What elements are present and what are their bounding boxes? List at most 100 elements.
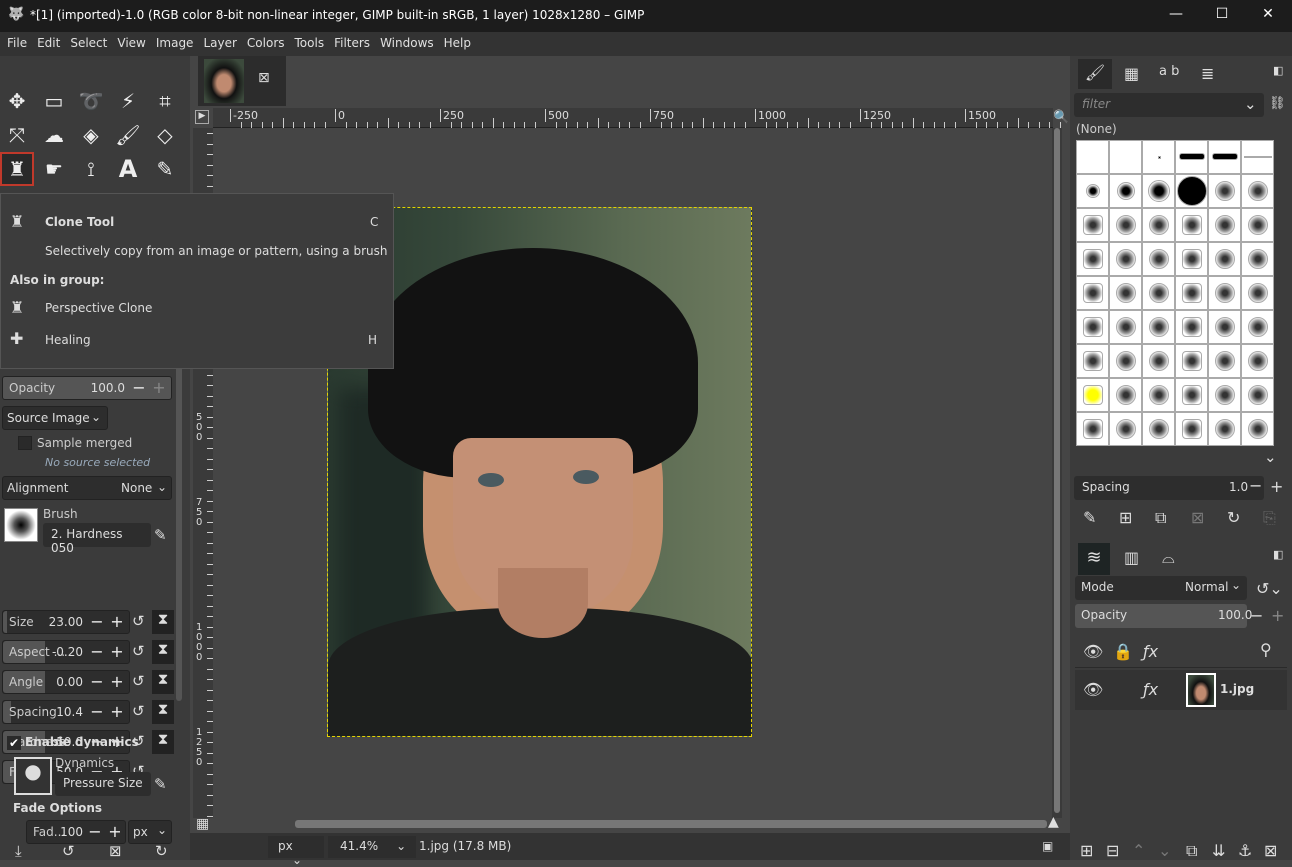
paths-tab-icon[interactable]: ⌓ [1162, 548, 1175, 568]
brush-item[interactable] [1241, 344, 1274, 378]
color-picker-tool-icon[interactable]: ✎ [150, 154, 180, 184]
brush-item[interactable] [1142, 412, 1175, 446]
brush-item[interactable] [1109, 208, 1142, 242]
brush-item[interactable] [1109, 412, 1142, 446]
plus-icon[interactable]: + [105, 822, 125, 841]
brush-item[interactable] [1208, 174, 1241, 208]
brush-item[interactable] [1208, 242, 1241, 276]
spacing-slider[interactable]: Spacing 10.4 − + [2, 700, 130, 724]
brush-item[interactable] [1175, 276, 1208, 310]
brush-item[interactable] [1076, 344, 1109, 378]
minus-icon[interactable]: − [129, 378, 149, 397]
menu-filters[interactable]: Filters [329, 32, 375, 56]
new-brush-icon[interactable]: ⊞ [1119, 508, 1132, 527]
duplicate-layer-icon[interactable]: ⧉ [1186, 841, 1197, 861]
minus-icon[interactable]: − [87, 672, 107, 691]
anchor-layer-icon[interactable]: ⚓ [1238, 841, 1252, 860]
fx-icon[interactable]: ƒx [1143, 680, 1158, 699]
eye-icon[interactable]: 👁 [1083, 680, 1103, 699]
reset-icon[interactable]: ↺ [132, 612, 145, 630]
delete-layer-icon[interactable]: ⊠ [1264, 841, 1277, 860]
plus-icon[interactable]: + [1270, 477, 1283, 496]
brush-item[interactable] [1208, 344, 1241, 378]
brush-item[interactable] [1076, 140, 1109, 174]
brush-item[interactable] [1109, 378, 1142, 412]
reset-icon[interactable]: ↺ [132, 702, 145, 720]
brush-item[interactable] [1175, 208, 1208, 242]
plus-icon[interactable]: + [107, 672, 127, 691]
composite-mode-icon[interactable]: ↺⌄ [1256, 579, 1283, 598]
brush-item[interactable] [1142, 276, 1175, 310]
menu-layer[interactable]: Layer [198, 32, 241, 56]
brush-item[interactable] [1175, 378, 1208, 412]
minus-icon[interactable]: − [85, 822, 105, 841]
new-layer-group-icon[interactable]: ⊟ [1106, 841, 1119, 860]
aspect-slider[interactable]: Aspect ... -0.20 − + [2, 640, 130, 664]
restore-options-icon[interactable]: ↺ [62, 842, 75, 860]
image-tab[interactable]: ⊠ [198, 56, 286, 106]
quick-mask-icon[interactable]: ▦ [196, 816, 209, 832]
brush-item[interactable] [1175, 344, 1208, 378]
enable-dynamics-checkbox[interactable]: ✔ [7, 736, 21, 750]
brush-item[interactable] [1109, 344, 1142, 378]
search-icon[interactable]: ⚲ [1260, 640, 1272, 659]
delete-brush-icon[interactable]: ⊠ [1191, 508, 1204, 527]
sample-merged-checkbox[interactable] [18, 436, 32, 450]
plus-icon[interactable]: + [107, 642, 127, 661]
brush-spacing-slider[interactable]: Spacing 1.0 − [1074, 476, 1264, 500]
menu-edit[interactable]: Edit [32, 32, 65, 56]
eraser-tool-icon[interactable]: ◇ [150, 120, 180, 150]
brush-item[interactable] [1142, 140, 1175, 174]
channels-tab-icon[interactable]: ▥ [1124, 548, 1139, 567]
brush-item[interactable] [1175, 242, 1208, 276]
smudge-tool-icon[interactable]: ☛ [39, 154, 69, 184]
text-tool-icon[interactable]: A [113, 154, 143, 184]
link-icon[interactable]: ⧗ [152, 670, 174, 694]
tag-icon[interactable]: ⛓ [1269, 96, 1286, 111]
brush-item[interactable] [1208, 378, 1241, 412]
link-icon[interactable]: ⧗ [152, 730, 174, 754]
brush-item[interactable] [1142, 242, 1175, 276]
alignment-select[interactable]: Alignment None ⌄ [2, 476, 172, 500]
dynamics-select[interactable]: Pressure Size [55, 772, 151, 796]
angle-slider[interactable]: Angle 0.00 − + [2, 670, 130, 694]
minus-icon[interactable]: − [87, 642, 107, 661]
brush-item[interactable] [1076, 208, 1109, 242]
fade-unit-select[interactable]: px ⌄ [128, 820, 172, 844]
brush-item[interactable] [1076, 412, 1109, 446]
paths-tool-icon[interactable]: ⟟ [76, 154, 106, 184]
plus-icon[interactable]: + [1271, 606, 1284, 625]
brush-item[interactable] [1109, 140, 1142, 174]
brush-filter-input[interactable]: filter ⌄ [1074, 93, 1264, 117]
duplicate-brush-icon[interactable]: ⧉ [1155, 508, 1166, 528]
minimize-button[interactable]: — [1153, 6, 1199, 22]
minus-icon[interactable]: − [87, 702, 107, 721]
minus-icon[interactable]: − [1250, 606, 1263, 625]
brush-item[interactable] [1208, 310, 1241, 344]
refresh-brushes-icon[interactable]: ↻ [1227, 508, 1240, 527]
vertical-scrollbar[interactable] [1052, 128, 1062, 818]
brush-item[interactable] [1076, 310, 1109, 344]
brush-item[interactable] [1208, 276, 1241, 310]
layer-row[interactable]: 👁 ƒx 1.jpg [1075, 670, 1287, 710]
brush-item[interactable] [1142, 208, 1175, 242]
brush-item[interactable] [1208, 140, 1241, 174]
menu-select[interactable]: Select [65, 32, 112, 56]
brush-item[interactable] [1241, 412, 1274, 446]
maximize-button[interactable]: ☐ [1199, 6, 1245, 22]
link-icon[interactable]: ⧗ [152, 640, 174, 664]
fade-length-slider[interactable]: Fad... 100 − + [26, 820, 126, 844]
navigate-icon[interactable]: ▲ [1048, 814, 1059, 830]
chevron-down-icon[interactable]: ⌄ [1264, 448, 1277, 466]
brush-item[interactable] [1241, 174, 1274, 208]
menu-windows[interactable]: Windows [375, 32, 439, 56]
brush-item[interactable] [1241, 242, 1274, 276]
bucket-fill-tool-icon[interactable]: ◈ [76, 120, 106, 150]
reset-options-icon[interactable]: ↻ [155, 842, 168, 860]
minus-icon[interactable]: − [87, 612, 107, 631]
plus-icon[interactable]: + [107, 702, 127, 721]
fuzzy-select-tool-icon[interactable]: ⚡ [113, 86, 143, 116]
tool-options-scrollbar[interactable] [176, 346, 182, 701]
brush-item[interactable] [1076, 378, 1109, 412]
brush-item[interactable] [1208, 412, 1241, 446]
